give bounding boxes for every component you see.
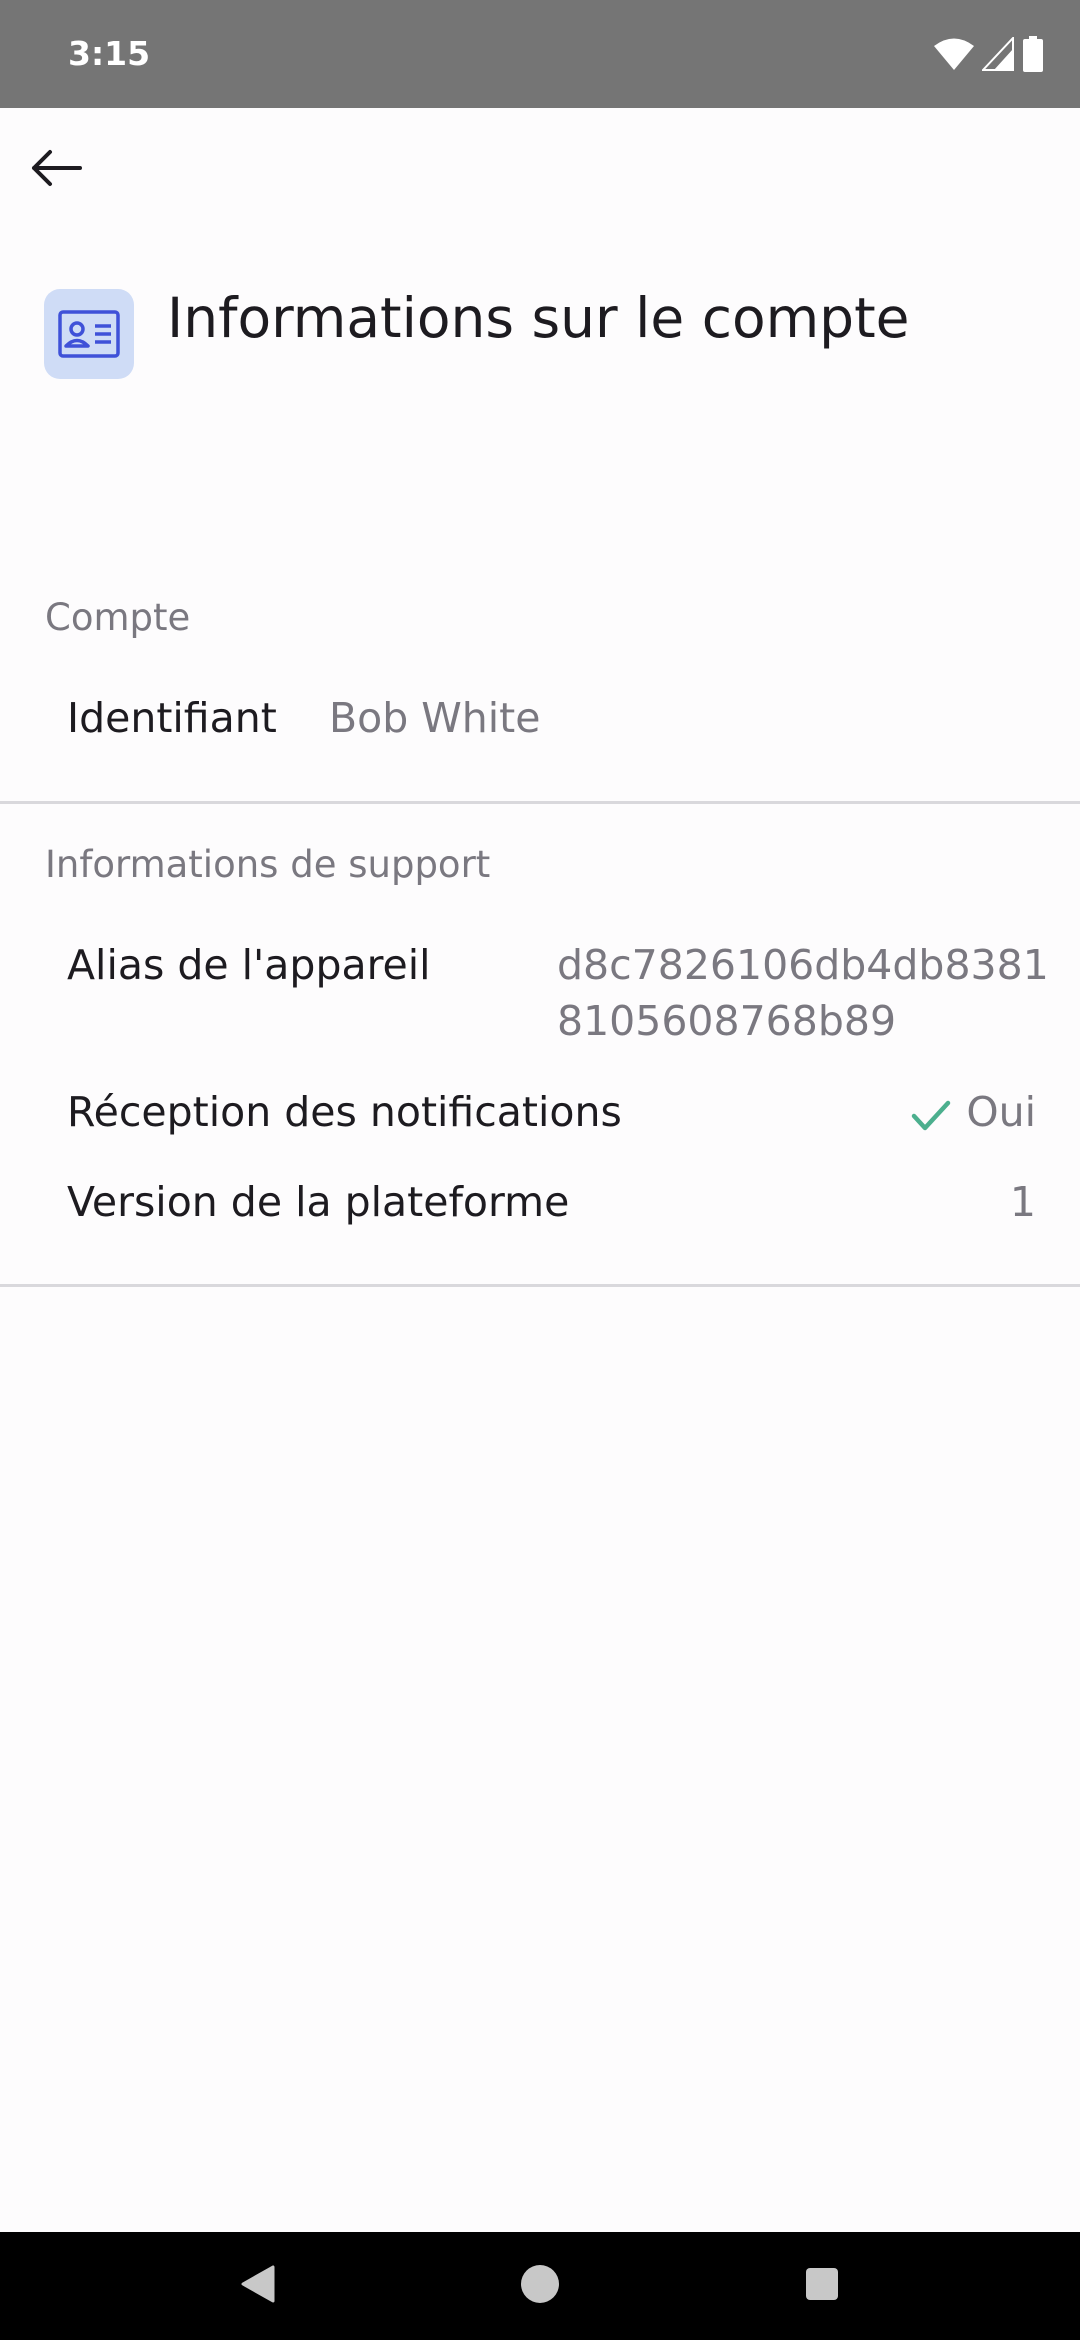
platform-version-value: 1 [1009, 1178, 1036, 1226]
status-icons [934, 32, 1044, 76]
section-label-account: Compte [45, 596, 191, 639]
contact-card-icon [44, 289, 134, 379]
section-divider [0, 801, 1080, 804]
nav-home-button[interactable] [485, 2232, 595, 2340]
section-label-support: Informations de support [45, 843, 491, 886]
system-navigation-bar [0, 2232, 1080, 2340]
page-title: Informations sur le compte [167, 286, 910, 350]
status-bar: 3:15 [0, 0, 1080, 108]
back-triangle-icon [240, 2265, 276, 2307]
notifications-value: Oui [966, 1088, 1036, 1136]
section-divider-bottom [0, 1284, 1080, 1287]
platform-version-label: Version de la plateforme [67, 1178, 570, 1226]
nav-back-button[interactable] [203, 2232, 313, 2340]
device-alias-value-line2: 8105608768b89 [557, 997, 897, 1045]
arrow-left-icon [30, 148, 82, 192]
back-button[interactable] [20, 138, 92, 202]
identifier-label: Identifiant [67, 694, 277, 742]
recents-square-icon [804, 2266, 840, 2306]
nav-recents-button[interactable] [767, 2232, 877, 2340]
identifier-value: Bob White [329, 694, 541, 742]
device-alias-value-line1: d8c7826106db4db8381 [557, 941, 1049, 989]
check-icon [910, 1098, 952, 1138]
device-alias-label: Alias de l'appareil [67, 941, 431, 989]
notifications-label: Réception des notifications [67, 1088, 622, 1136]
status-time: 3:15 [68, 34, 151, 73]
battery-icon [1022, 36, 1044, 72]
wifi-icon [934, 37, 974, 71]
cellular-signal-icon [982, 37, 1014, 71]
home-circle-icon [519, 2263, 561, 2309]
